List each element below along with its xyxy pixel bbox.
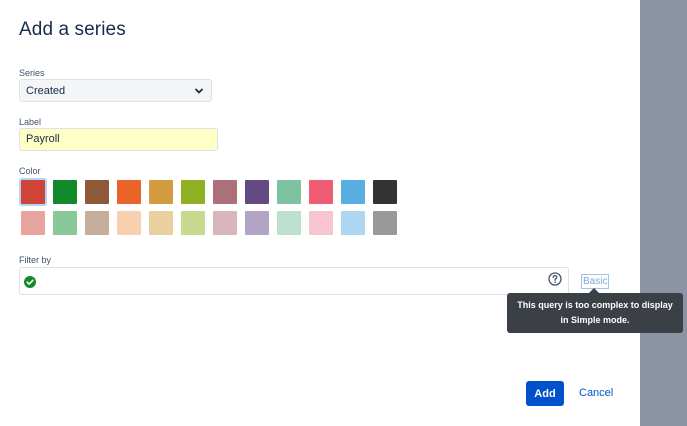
color-swatch[interactable] bbox=[307, 209, 335, 237]
color-swatch[interactable] bbox=[51, 178, 79, 206]
basic-mode-link[interactable]: Basic bbox=[581, 274, 610, 289]
color-swatch[interactable] bbox=[211, 178, 239, 206]
color-swatch[interactable] bbox=[115, 178, 143, 206]
color-swatch-fill bbox=[309, 180, 333, 204]
color-swatch[interactable] bbox=[339, 209, 367, 237]
color-swatch[interactable] bbox=[147, 209, 175, 237]
question-circle-icon[interactable] bbox=[548, 272, 562, 286]
color-swatch[interactable] bbox=[211, 209, 239, 237]
add-series-dialog: Add a series Series Created Label Payrol… bbox=[0, 0, 640, 426]
color-swatch-fill bbox=[341, 211, 365, 235]
color-swatch-fill bbox=[181, 180, 205, 204]
color-swatch-fill bbox=[213, 211, 237, 235]
color-swatch-fill bbox=[149, 180, 173, 204]
color-swatch-fill bbox=[245, 180, 269, 204]
series-select[interactable]: Created bbox=[19, 79, 212, 102]
color-swatch-fill bbox=[373, 180, 397, 204]
color-swatch[interactable] bbox=[371, 209, 399, 237]
color-swatch[interactable] bbox=[51, 209, 79, 237]
cancel-button[interactable]: Cancel bbox=[579, 387, 613, 399]
color-swatch-fill bbox=[21, 180, 45, 204]
color-swatch-fill bbox=[213, 180, 237, 204]
filter-input[interactable] bbox=[19, 267, 569, 295]
color-palette bbox=[19, 178, 403, 240]
color-swatch[interactable] bbox=[83, 209, 111, 237]
color-swatch-fill bbox=[117, 211, 141, 235]
color-swatch-fill bbox=[85, 180, 109, 204]
color-swatch[interactable] bbox=[243, 178, 271, 206]
color-swatch[interactable] bbox=[19, 178, 47, 206]
color-swatch[interactable] bbox=[19, 209, 47, 237]
color-swatch[interactable] bbox=[147, 178, 175, 206]
color-swatch[interactable] bbox=[83, 178, 111, 206]
tooltip-line-2: in Simple mode. bbox=[560, 315, 630, 325]
color-swatch-fill bbox=[277, 211, 301, 235]
color-swatch-fill bbox=[373, 211, 397, 235]
tooltip-line-1: This query is too complex to display bbox=[517, 300, 673, 310]
color-swatch-fill bbox=[245, 211, 269, 235]
color-swatch[interactable] bbox=[307, 178, 335, 206]
label-input[interactable]: Payroll bbox=[19, 128, 218, 151]
color-swatch-row bbox=[19, 209, 403, 237]
color-swatch-fill bbox=[309, 211, 333, 235]
color-swatch-fill bbox=[117, 180, 141, 204]
color-label: Color bbox=[19, 166, 41, 176]
color-swatch[interactable] bbox=[179, 209, 207, 237]
color-swatch-row bbox=[19, 178, 403, 206]
color-swatch[interactable] bbox=[339, 178, 367, 206]
label-field-label: Label bbox=[19, 117, 42, 127]
series-label: Series bbox=[19, 68, 45, 78]
color-swatch[interactable] bbox=[275, 178, 303, 206]
color-swatch-fill bbox=[149, 211, 173, 235]
filter-label: Filter by bbox=[19, 255, 52, 265]
chevron-down-icon bbox=[193, 85, 205, 97]
color-swatch-fill bbox=[341, 180, 365, 204]
color-swatch-fill bbox=[181, 211, 205, 235]
color-swatch[interactable] bbox=[275, 209, 303, 237]
color-swatch-fill bbox=[21, 211, 45, 235]
complex-query-tooltip: This query is too complex to display in … bbox=[507, 293, 683, 333]
color-swatch[interactable] bbox=[115, 209, 143, 237]
color-swatch-fill bbox=[277, 180, 301, 204]
color-swatch[interactable] bbox=[243, 209, 271, 237]
color-swatch-fill bbox=[53, 180, 77, 204]
dialog-title: Add a series bbox=[19, 19, 126, 40]
series-select-value: Created bbox=[26, 84, 66, 97]
check-circle-icon bbox=[24, 275, 36, 288]
add-button[interactable]: Add bbox=[526, 381, 564, 406]
color-swatch[interactable] bbox=[371, 178, 399, 206]
color-swatch-fill bbox=[53, 211, 77, 235]
color-swatch[interactable] bbox=[179, 178, 207, 206]
color-swatch-fill bbox=[85, 211, 109, 235]
